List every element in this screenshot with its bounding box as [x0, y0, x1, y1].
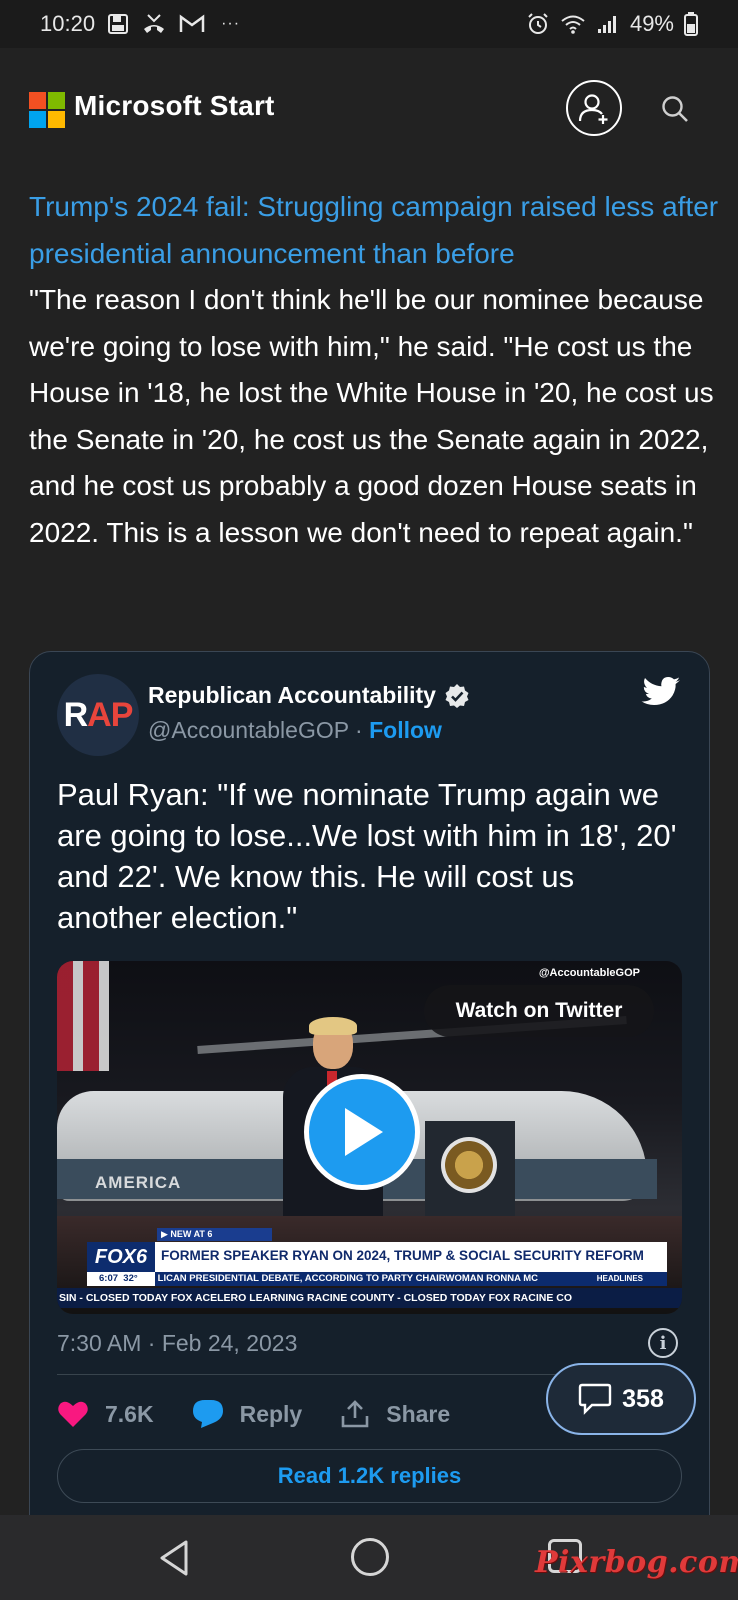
microsoft-logo-icon	[29, 92, 65, 128]
watermark: Pixrbog.com	[535, 1545, 738, 1580]
news-time: 6:07	[99, 1273, 119, 1284]
battery-icon	[684, 12, 698, 36]
avatar-letters-ap: AP	[87, 695, 133, 734]
reply-label: Reply	[239, 1400, 303, 1427]
account-name: Republican Accountability	[148, 682, 436, 708]
save-icon	[107, 13, 129, 35]
play-icon	[345, 1108, 383, 1156]
tweet-actions: 7.6K Reply Share	[57, 1392, 488, 1436]
like-button[interactable]: 7.6K	[57, 1400, 154, 1428]
news-subline: 6:07 32° LICAN PRESIDENTIAL DEBATE, ACCO…	[87, 1272, 667, 1286]
search-button[interactable]	[660, 94, 690, 124]
share-icon	[341, 1400, 369, 1428]
handle-separator: ·	[348, 717, 370, 743]
app-brand: Microsoft Start	[74, 90, 275, 121]
status-overflow: ···	[221, 15, 241, 32]
news-sub-tag: HEADLINES	[596, 1274, 643, 1283]
follow-link[interactable]: Follow	[369, 717, 442, 743]
fox6-logo: FOX6	[87, 1242, 155, 1272]
news-tag: ▶ NEW AT 6	[157, 1228, 272, 1241]
account-handle[interactable]: @AccountableGOP	[148, 717, 349, 743]
avatar[interactable]: R AP	[57, 674, 139, 756]
article-headline-link[interactable]: Trump's 2024 fail: Struggling campaign r…	[29, 184, 719, 277]
battery-percent: 49%	[629, 11, 674, 36]
status-bar: 10:20 ··· 49%	[0, 0, 738, 48]
comments-button[interactable]: 358	[546, 1363, 696, 1435]
missed-call-icon	[141, 13, 167, 35]
video-watermark: @AccountableGOP	[538, 967, 640, 979]
article-quote: "The reason I don't think he'll be our n…	[29, 284, 714, 548]
gmail-icon	[179, 14, 205, 34]
add-user-icon	[578, 94, 608, 124]
watch-on-twitter-button[interactable]: Watch on Twitter	[424, 985, 654, 1037]
play-button[interactable]	[304, 1074, 420, 1190]
wifi-icon	[560, 13, 586, 35]
video-helicopter-text: AMERICA	[95, 1173, 182, 1192]
news-ticker: SIN - CLOSED TODAY FOX ACELERO LEARNING …	[57, 1288, 682, 1308]
alarm-icon	[526, 12, 550, 36]
read-replies-button[interactable]: Read 1.2K replies	[57, 1449, 682, 1503]
share-label: Share	[386, 1400, 451, 1427]
home-icon[interactable]	[351, 1538, 389, 1576]
account-handle-row: @AccountableGOP · Follow	[148, 717, 442, 744]
back-icon[interactable]	[156, 1538, 192, 1578]
presidential-seal-icon	[441, 1137, 497, 1193]
search-icon	[662, 96, 688, 122]
account-name-row[interactable]: Republican Accountability	[148, 682, 470, 709]
info-icon[interactable]: i	[648, 1328, 678, 1358]
video-player[interactable]: AMERICA @AccountableGOP Watch on Twitter…	[57, 961, 682, 1314]
like-count: 7.6K	[105, 1400, 154, 1427]
reply-button[interactable]: Reply	[192, 1399, 303, 1429]
video-flag	[57, 961, 109, 1071]
share-button[interactable]: Share	[340, 1399, 450, 1429]
status-time: 10:20	[40, 11, 96, 36]
avatar-letter-r: R	[63, 695, 89, 734]
twitter-bird-icon[interactable]	[641, 676, 681, 710]
verified-badge-icon	[445, 683, 469, 708]
news-sub-text: LICAN PRESIDENTIAL DEBATE, ACCORDING TO …	[157, 1273, 538, 1284]
heart-icon	[58, 1401, 88, 1427]
comment-icon	[578, 1383, 612, 1415]
news-headline: FORMER SPEAKER RYAN ON 2024, TRUMP & SOC…	[161, 1248, 644, 1263]
comment-count: 358	[622, 1384, 664, 1413]
news-temp: 32°	[123, 1273, 138, 1284]
reply-bubble-icon	[192, 1400, 223, 1428]
tweet-text: Paul Ryan: "If we nominate Trump again w…	[57, 777, 677, 935]
article-body: Trump's 2024 fail: Struggling campaign r…	[29, 184, 719, 556]
signal-icon	[596, 13, 620, 35]
add-profile-button[interactable]	[566, 80, 622, 136]
tweet-timestamp[interactable]: 7:30 AM · Feb 24, 2023	[57, 1330, 297, 1357]
